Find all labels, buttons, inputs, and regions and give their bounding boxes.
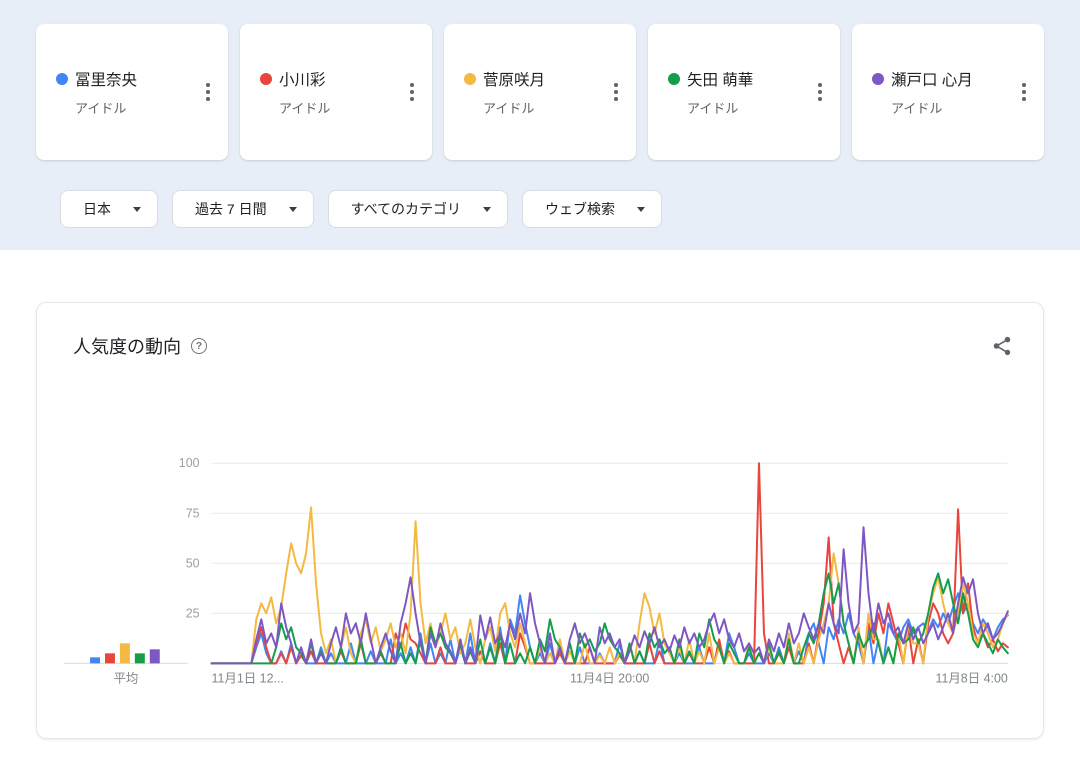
x-axis-label: 11月8日 4:00 <box>935 671 1007 685</box>
entity-name: 瀬戸口 心月 <box>891 71 973 89</box>
filter-chip-label: 過去 7 日間 <box>195 201 267 217</box>
content-section: 人気度の動向 ? 100 75 50 25 平均 11月1日 12... 11月4日 20:… <box>0 250 1080 739</box>
filter-chip-label: ウェブ検索 <box>545 201 616 217</box>
comparison-section: 冨里奈央 アイドル 小川彩 アイドル 菅原咲月 アイドル 矢田 萌華 アイドル 瀬戸口 心月 アイ… <box>0 0 1080 250</box>
more-options-icon[interactable] <box>196 73 220 111</box>
filter-chip-search-type[interactable]: ウェブ検索 <box>522 190 663 228</box>
chevron-down-icon <box>288 206 297 212</box>
x-axis-label: 11月1日 12... <box>212 671 284 685</box>
entity-card: 冨里奈央 アイドル <box>36 24 228 160</box>
more-options-icon[interactable] <box>1012 73 1036 111</box>
y-axis-label: 100 <box>179 456 200 470</box>
entity-color-dot <box>872 72 884 85</box>
more-options-icon[interactable] <box>808 73 832 111</box>
filter-chip-region[interactable]: 日本 <box>60 190 158 228</box>
entity-name: 冨里奈央 <box>75 71 138 89</box>
average-bar[interactable] <box>90 657 101 664</box>
entity-name: 矢田 萌華 <box>687 71 754 89</box>
entity-type: アイドル <box>687 100 739 116</box>
entity-type: アイドル <box>75 100 127 116</box>
cards-row: 冨里奈央 アイドル 小川彩 アイドル 菅原咲月 アイドル 矢田 萌華 アイドル 瀬戸口 心月 アイ… <box>36 24 1044 160</box>
more-options-icon[interactable] <box>604 73 628 111</box>
average-bar[interactable] <box>105 653 115 664</box>
entity-type: アイドル <box>891 100 943 116</box>
entity-color-dot <box>56 72 68 85</box>
y-axis-label: 25 <box>186 606 200 620</box>
trends-chart[interactable]: 100 75 50 25 平均 11月1日 12... 11月4日 20:00 11月8日 4… <box>37 303 1043 738</box>
filter-chip-label: 日本 <box>83 201 111 217</box>
y-axis-label: 75 <box>186 506 200 520</box>
entity-color-dot <box>464 72 476 85</box>
entity-card: 小川彩 アイドル <box>240 24 432 160</box>
entity-card: 瀬戸口 心月 アイドル <box>852 24 1044 160</box>
y-axis-label: 50 <box>186 556 200 570</box>
average-bar[interactable] <box>119 643 130 664</box>
entity-color-dot <box>260 72 272 85</box>
entity-card-text: 矢田 萌華 アイドル <box>668 68 753 117</box>
entity-type: アイドル <box>483 100 535 116</box>
entity-card-text: 瀬戸口 心月 アイドル <box>872 68 973 117</box>
entity-color-dot <box>668 72 680 85</box>
chevron-down-icon <box>133 206 141 212</box>
entity-card: 矢田 萌華 アイドル <box>648 24 840 160</box>
chevron-down-icon <box>483 206 492 212</box>
entity-card-text: 小川彩 アイドル <box>260 68 330 117</box>
entity-card: 菅原咲月 アイドル <box>444 24 636 160</box>
more-options-icon[interactable] <box>400 73 424 111</box>
entity-card-text: 冨里奈央 アイドル <box>56 68 137 117</box>
average-bar[interactable] <box>134 653 145 664</box>
entity-name: 菅原咲月 <box>483 71 546 89</box>
average-label: 平均 <box>113 671 138 685</box>
interest-over-time-card: 人気度の動向 ? 100 75 50 25 平均 11月1日 12... 11月4日 20:… <box>36 302 1044 739</box>
filter-chip-time-range[interactable]: 過去 7 日間 <box>172 190 314 228</box>
series-line[interactable] <box>210 526 1009 665</box>
average-bar[interactable] <box>149 649 160 664</box>
x-axis-label: 11月4日 20:00 <box>570 671 649 685</box>
filter-chip-label: すべてのカテゴリ <box>350 201 462 217</box>
entity-name: 小川彩 <box>279 71 326 89</box>
chevron-down-icon <box>637 206 646 212</box>
entity-card-text: 菅原咲月 アイドル <box>464 68 545 117</box>
filters-row: 日本 過去 7 日間 すべてのカテゴリ ウェブ検索 <box>60 190 1044 228</box>
entity-type: アイドル <box>279 100 331 116</box>
filter-chip-category[interactable]: すべてのカテゴリ <box>327 190 509 228</box>
